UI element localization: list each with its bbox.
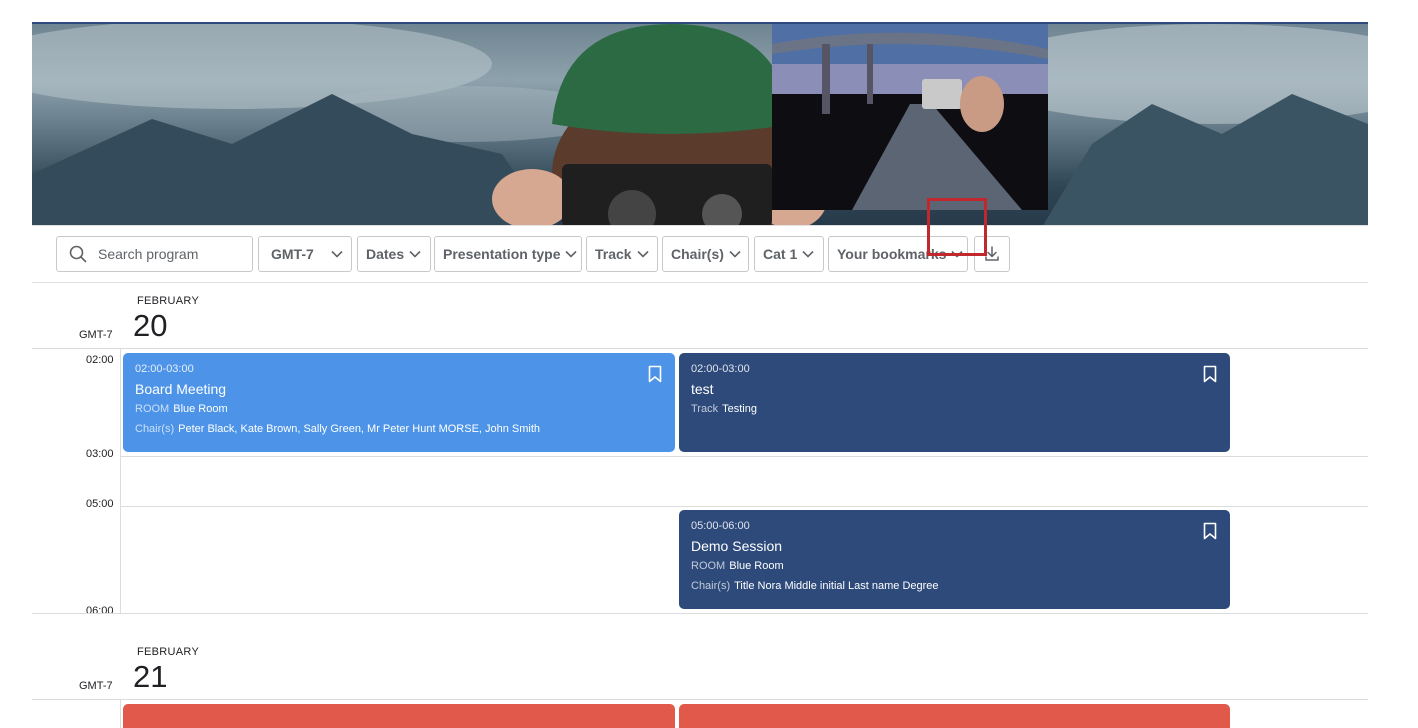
event-title: Demo Session: [691, 538, 783, 554]
event-time: 02:00-03:00: [135, 363, 194, 375]
chevron-down-icon: [409, 250, 421, 258]
timezone-label: GMT-7: [271, 246, 314, 262]
chevron-down-icon: [802, 250, 814, 258]
track-dropdown[interactable]: Track: [586, 236, 658, 272]
day-header: FEBRUARY 21 GMT-7: [32, 632, 1368, 700]
bookmarks-dropdown[interactable]: Your bookmarks: [828, 236, 968, 272]
time-label: 02:00: [86, 354, 114, 366]
search-icon: [69, 245, 87, 263]
chevron-down-icon: [565, 250, 578, 258]
event-chairs: Chair(s) Peter Black, Kate Brown, Sally G…: [135, 423, 663, 435]
chevron-down-icon: [331, 250, 343, 258]
event-card-board-meeting[interactable]: 02:00-03:00 Board Meeting ROOM Blue Room …: [123, 353, 675, 452]
program-page: GMT-7 Dates Presentation type Track Chai…: [32, 22, 1368, 728]
event-chairs-key: Chair(s): [135, 423, 175, 435]
event-card-partial[interactable]: [123, 704, 675, 728]
day-month: FEBRUARY: [137, 646, 200, 658]
chevron-down-icon: [951, 250, 964, 258]
event-time: 02:00-03:00: [691, 363, 750, 375]
day-timezone: GMT-7: [79, 329, 113, 341]
download-button[interactable]: [974, 236, 1010, 272]
event-track: Track Testing: [691, 403, 1218, 415]
dates-label: Dates: [366, 246, 405, 262]
event-title: Board Meeting: [135, 381, 227, 397]
event-chairs-value: Title Nora Middle initial Last name Degr…: [734, 580, 939, 592]
event-room-value: Blue Room: [173, 403, 228, 415]
grid-line: [32, 613, 1368, 614]
timezone-dropdown[interactable]: GMT-7: [258, 236, 352, 272]
event-room-key: ROOM: [691, 560, 726, 572]
grid-line: [120, 506, 1368, 507]
search-input[interactable]: [96, 245, 240, 263]
event-chairs-key: Chair(s): [691, 580, 731, 592]
day-header: FEBRUARY 20 GMT-7: [32, 281, 1368, 349]
presentation-type-label: Presentation type: [443, 246, 561, 262]
chairs-dropdown[interactable]: Chair(s): [662, 236, 749, 272]
time-gutter-line: [120, 349, 121, 613]
time-label: 03:00: [86, 448, 114, 460]
bookmark-icon[interactable]: [1203, 522, 1217, 540]
time-label: 06:00: [86, 605, 114, 617]
event-card-partial[interactable]: [679, 704, 1230, 728]
presentation-type-dropdown[interactable]: Presentation type: [434, 236, 582, 272]
event-room: ROOM Blue Room: [691, 560, 1218, 572]
cat-label: Cat 1: [763, 246, 798, 262]
event-chairs: Chair(s) Title Nora Middle initial Last n…: [691, 580, 1218, 592]
filter-toolbar: GMT-7 Dates Presentation type Track Chai…: [32, 225, 1368, 283]
cat-dropdown[interactable]: Cat 1: [754, 236, 824, 272]
event-card-test[interactable]: 02:00-03:00 test Track Testing: [679, 353, 1230, 452]
time-label: 05:00: [86, 498, 114, 510]
event-room-key: ROOM: [135, 403, 170, 415]
event-card-demo-session[interactable]: 05:00-06:00 Demo Session ROOM Blue Room C…: [679, 510, 1230, 609]
chevron-down-icon: [637, 250, 649, 258]
bookmarks-label: Your bookmarks: [837, 246, 947, 262]
chairs-label: Chair(s): [671, 246, 724, 262]
event-room: ROOM Blue Room: [135, 403, 663, 415]
grid-line: [120, 456, 1368, 457]
event-track-value: Testing: [722, 403, 757, 415]
chevron-down-icon: [729, 250, 741, 258]
event-room-value: Blue Room: [729, 560, 784, 572]
event-title: test: [691, 381, 714, 397]
track-label: Track: [595, 246, 632, 262]
day-number: 20: [133, 308, 168, 343]
day-timezone: GMT-7: [79, 680, 113, 692]
day-month: FEBRUARY: [137, 295, 200, 307]
event-time: 05:00-06:00: [691, 520, 750, 532]
bookmark-icon[interactable]: [1203, 365, 1217, 383]
time-gutter-line: [120, 700, 121, 728]
search-box[interactable]: [56, 236, 253, 272]
bookmark-icon[interactable]: [648, 365, 662, 383]
day-number: 21: [133, 659, 168, 694]
dates-dropdown[interactable]: Dates: [357, 236, 431, 272]
download-icon: [985, 246, 999, 261]
event-track-key: Track: [691, 403, 719, 415]
event-chairs-value: Peter Black, Kate Brown, Sally Green, Mr…: [178, 423, 541, 435]
banner-image: [32, 22, 1368, 227]
